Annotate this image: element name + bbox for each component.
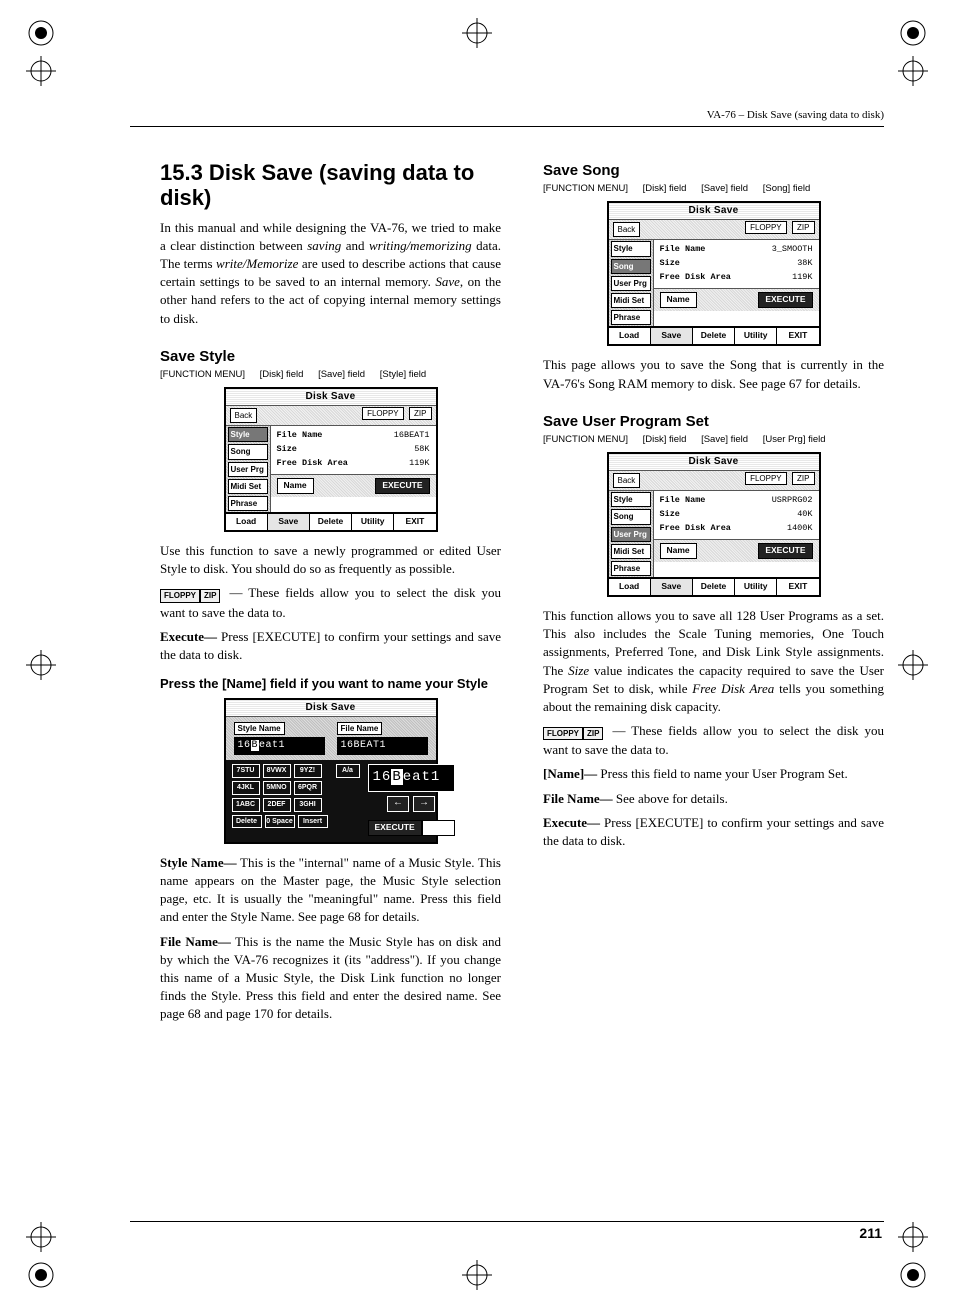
cross-mark-icon	[898, 1222, 928, 1252]
lcd-disk-save-upr: Disk Save Back FLOPPY ZIP Style Song Use…	[607, 452, 821, 597]
save-upr-filename: File Name— See above for details.	[543, 790, 884, 808]
save-style-heading: Save Style	[160, 346, 501, 367]
key-7stu: 7STU	[232, 764, 260, 778]
zip-icon: ZIP	[792, 472, 814, 485]
floppy-icon: FLOPPY	[160, 589, 200, 602]
tab-phrase: Phrase	[228, 496, 268, 511]
key-delete: Delete	[232, 815, 262, 829]
cross-mark-icon	[26, 56, 56, 86]
zip-icon: ZIP	[583, 727, 603, 740]
key-5mno: 5MNO	[263, 781, 291, 795]
page-number: 211	[859, 1224, 882, 1244]
header-rule	[130, 126, 884, 127]
cross-mark-icon	[898, 56, 928, 86]
tab-userprg: User Prg	[228, 462, 268, 477]
save-style-p1: Use this function to save a newly progra…	[160, 542, 501, 578]
file-name-label: File Name	[337, 722, 383, 735]
back-icon: Back	[230, 408, 258, 423]
running-header: VA-76 – Disk Save (saving data to disk)	[707, 108, 884, 123]
name-field-heading: Press the [Name] field if you want to na…	[160, 676, 501, 692]
lcd-title: Disk Save	[226, 389, 436, 406]
reg-mark-icon	[26, 1260, 56, 1290]
file-name-value: 16BEAT1	[337, 737, 428, 755]
execute-button: EXECUTE	[758, 292, 812, 308]
zip-icon: ZIP	[200, 589, 220, 602]
execute-button: EXECUTE	[368, 820, 422, 836]
floppy-icon: FLOPPY	[745, 221, 787, 234]
footer-utility: Utility	[352, 514, 394, 530]
back-icon: Back	[613, 473, 641, 488]
cross-mark-icon	[898, 650, 928, 680]
footer-rule	[130, 1221, 884, 1222]
floppy-icon: FLOPPY	[745, 472, 787, 485]
execute-button: EXECUTE	[758, 543, 812, 559]
name-button: Name	[660, 543, 697, 559]
save-style-execute: Execute— Press [EXECUTE] to confirm your…	[160, 628, 501, 664]
style-name-paragraph: Style Name— This is the "internal" name …	[160, 854, 501, 927]
name-button: Name	[660, 292, 697, 308]
key-4jkl: 4JKL	[232, 781, 260, 795]
tab-midiset: Midi Set	[228, 479, 268, 494]
cross-mark-icon	[462, 1260, 492, 1290]
arrow-left-icon: ←	[387, 796, 409, 812]
floppy-icon: FLOPPY	[362, 407, 404, 420]
reg-mark-icon	[898, 1260, 928, 1290]
save-upr-p2: FLOPPYZIP — These fields allow you to se…	[543, 722, 884, 759]
key-2def: 2DEF	[263, 798, 291, 812]
left-column: 15.3 Disk Save (saving data to disk) In …	[160, 160, 501, 1029]
zip-icon: ZIP	[792, 221, 814, 234]
key-case-toggle: A/a	[336, 764, 360, 778]
save-style-p2: FLOPPYZIP — These fields allow you to se…	[160, 584, 501, 621]
footer-exit: EXIT	[394, 514, 435, 530]
name-button: Name	[277, 478, 314, 494]
key-insert: Insert	[298, 815, 328, 829]
intro-paragraph: In this manual and while designing the V…	[160, 219, 501, 328]
right-column: Save Song [FUNCTION MENU] [Disk] field […	[543, 160, 884, 1029]
floppy-icon: FLOPPY	[543, 727, 583, 740]
save-upr-execute: Execute— Press [EXECUTE] to confirm your…	[543, 814, 884, 850]
key-3ghi: 3GHI	[294, 798, 322, 812]
key-1abc: 1ABC	[232, 798, 260, 812]
name-display: 16Beat1	[368, 764, 455, 792]
arrow-right-icon: →	[413, 796, 435, 812]
file-name-paragraph: File Name— This is the name the Music St…	[160, 933, 501, 1024]
reg-mark-icon	[898, 18, 928, 48]
save-upr-p1: This function allows you to save all 128…	[543, 607, 884, 716]
back-icon: Back	[613, 222, 641, 237]
save-upr-heading: Save User Program Set	[543, 411, 884, 432]
execute-button: EXECUTE	[375, 478, 429, 494]
key-9yz: 9YZ!	[294, 764, 322, 778]
lcd-disk-save-style: Disk Save Back FLOPPY ZIP Style Song Use…	[224, 387, 438, 532]
nav-path: [FUNCTION MENU] [Disk] field [Save] fiel…	[543, 182, 884, 195]
key-6pqr: 6PQR	[294, 781, 322, 795]
footer-save: Save	[268, 514, 310, 530]
lcd-disk-save-song: Disk Save Back FLOPPY ZIP Style Song Use…	[607, 201, 821, 346]
style-name-label: Style Name	[234, 722, 285, 735]
section-title: 15.3 Disk Save (saving data to disk)	[160, 160, 501, 211]
footer-delete: Delete	[310, 514, 352, 530]
key-8vwx: 8VWX	[263, 764, 291, 778]
tab-style: Style	[228, 427, 268, 442]
save-song-paragraph: This page allows you to save the Song th…	[543, 356, 884, 392]
tab-song: Song	[228, 444, 268, 459]
cross-mark-icon	[462, 18, 492, 48]
cross-mark-icon	[26, 650, 56, 680]
zip-icon: ZIP	[409, 407, 431, 420]
style-name-value: 16Beat1	[234, 737, 325, 755]
lcd-name-entry: Disk Save Style Name 16Beat1 File Name 1…	[224, 698, 438, 844]
nav-path: [FUNCTION MENU] [Disk] field [Save] fiel…	[160, 368, 501, 381]
key-0space: 0 Space	[265, 815, 295, 829]
save-song-heading: Save Song	[543, 160, 884, 181]
reg-mark-icon	[26, 18, 56, 48]
footer-load: Load	[226, 514, 268, 530]
exit-button: EXIT	[422, 820, 455, 836]
save-upr-name: [Name]— Press this field to name your Us…	[543, 765, 884, 783]
nav-path: [FUNCTION MENU] [Disk] field [Save] fiel…	[543, 433, 884, 446]
cross-mark-icon	[26, 1222, 56, 1252]
